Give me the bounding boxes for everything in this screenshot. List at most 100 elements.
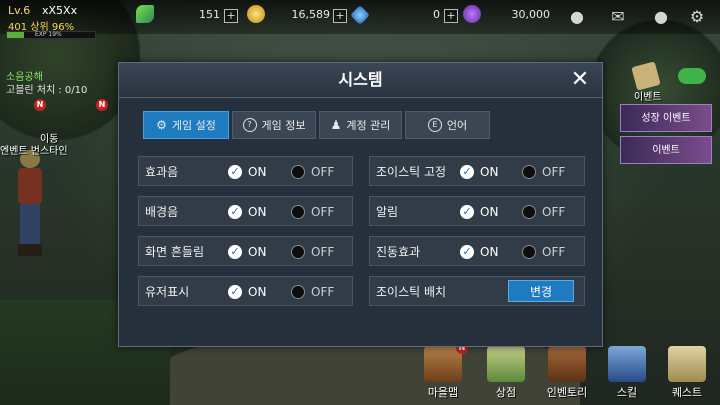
on-label: ON xyxy=(480,165,499,179)
off-label: OFF xyxy=(311,245,335,259)
joystick-fixed-off-radio[interactable]: OFF xyxy=(522,163,565,181)
setting-label: 유저표시 xyxy=(145,285,190,299)
player-name: xX5Xx xyxy=(42,4,78,17)
setting-row-bgm: 배경음 ✓ ON OFF xyxy=(138,196,353,226)
sound-effect-off-radio[interactable]: OFF xyxy=(291,163,334,181)
add-gem-button[interactable]: + xyxy=(444,9,458,23)
off-label: OFF xyxy=(311,165,335,179)
user-display-off-radio[interactable]: OFF xyxy=(291,283,334,301)
add-gold-button[interactable]: + xyxy=(333,9,347,23)
currency-feather-value: 151 xyxy=(199,8,220,21)
currency-crystal-value: 30,000 xyxy=(511,8,551,21)
quest-label[interactable]: 퀘스트 xyxy=(657,384,717,400)
on-label: ON xyxy=(480,205,499,219)
quest-scroll-icon[interactable] xyxy=(668,346,706,382)
screen-shake-on-radio[interactable]: ✓ ON xyxy=(228,243,266,261)
bgm-on-radio[interactable]: ✓ ON xyxy=(228,203,266,221)
off-label: OFF xyxy=(311,205,335,219)
gamepad-icon[interactable] xyxy=(678,68,706,84)
question-icon: ? xyxy=(242,118,257,132)
tab-language[interactable]: E 언어 xyxy=(405,111,490,139)
gear-icon: ⚙ xyxy=(156,118,167,132)
check-icon: ✓ xyxy=(228,205,242,219)
sound-effect-on-radio[interactable]: ✓ ON xyxy=(228,163,266,181)
dialog-title: 시스템 xyxy=(338,70,383,89)
setting-label: 효과음 xyxy=(145,165,179,179)
top-status-bar: Lv.6 xX5Xx 401 상위 96% EXP 19% 151 + 16,5… xyxy=(0,0,720,39)
bgm-off-radio[interactable]: OFF xyxy=(291,203,334,221)
off-label: OFF xyxy=(542,205,566,219)
dialog-header: 시스템 ✕ xyxy=(119,63,602,98)
town-map-label[interactable]: 마을맵 xyxy=(413,384,473,400)
on-label: ON xyxy=(248,165,267,179)
event-banner-2[interactable]: 이벤트 xyxy=(620,136,712,164)
vibration-on-radio[interactable]: ✓ ON xyxy=(460,243,498,261)
on-label: ON xyxy=(480,245,499,259)
left-side-text-2[interactable]: 엔벤트 번스타인 xyxy=(0,142,68,157)
profile-icon[interactable]: ● xyxy=(566,6,588,28)
setting-label: 진동효과 xyxy=(376,245,421,259)
setting-row-sound-effect: 효과음 ✓ ON OFF xyxy=(138,156,353,186)
settings-gear-icon[interactable]: ⚙ xyxy=(686,6,708,28)
currency-gold-value: 16,589 xyxy=(291,8,331,21)
setting-row-joystick-fixed: 조이스틱 고정 ✓ ON OFF xyxy=(369,156,585,186)
setting-label: 알림 xyxy=(376,205,399,219)
setting-row-joystick-position: 조이스틱 배치 변경 xyxy=(369,276,585,306)
tab-account-label: 계정 관리 xyxy=(346,119,391,132)
tab-game-info[interactable]: ? 게임 정보 xyxy=(232,111,316,139)
player-level: Lv.6 xyxy=(8,4,31,17)
feather-icon xyxy=(136,5,154,23)
on-label: ON xyxy=(248,205,267,219)
tab-language-label: 언어 xyxy=(446,119,468,132)
exp-bar-fill xyxy=(7,32,24,38)
left-new-badge: N xyxy=(34,99,46,111)
off-label: OFF xyxy=(311,285,335,299)
crystal-icon xyxy=(463,5,481,23)
setting-row-notification: 알림 ✓ ON OFF xyxy=(369,196,585,226)
tab-game-settings[interactable]: ⚙ 게임 설정 xyxy=(143,111,229,139)
check-icon: ✓ xyxy=(460,165,474,179)
check-icon: ✓ xyxy=(228,285,242,299)
inventory-icon[interactable] xyxy=(548,346,586,382)
add-feather-button[interactable]: + xyxy=(224,9,238,23)
system-dialog: 시스템 ✕ ⚙ 게임 설정 ? 게임 정보 ♟ 계정 관리 E 언어 효과음 ✓… xyxy=(118,62,603,347)
notification-on-radio[interactable]: ✓ ON xyxy=(460,203,498,221)
gold-coin-icon xyxy=(247,5,265,23)
shop-label[interactable]: 상점 xyxy=(476,384,536,400)
mail-icon[interactable]: ✉ xyxy=(607,6,629,28)
setting-label: 화면 흔들림 xyxy=(145,245,205,259)
screen-shake-off-radio[interactable]: OFF xyxy=(291,243,334,261)
skill-label[interactable]: 스킬 xyxy=(597,384,657,400)
gem-icon xyxy=(350,5,370,25)
joystick-fixed-on-radio[interactable]: ✓ ON xyxy=(460,163,498,181)
chat-icon[interactable]: ● xyxy=(650,6,672,28)
notification-off-radio[interactable]: OFF xyxy=(522,203,565,221)
off-label: OFF xyxy=(542,245,566,259)
joystick-change-button[interactable]: 변경 xyxy=(508,280,574,302)
quest-progress[interactable]: 고블린 처치 : 0/10 xyxy=(6,81,87,96)
close-icon[interactable]: ✕ xyxy=(568,68,592,92)
setting-label: 조이스틱 고정 xyxy=(376,165,447,179)
left-new-badge-2: N xyxy=(96,99,108,111)
skill-icon[interactable] xyxy=(608,346,646,382)
setting-row-screen-shake: 화면 흔들림 ✓ ON OFF xyxy=(138,236,353,266)
tab-game-info-label: 게임 정보 xyxy=(261,119,306,132)
setting-label: 배경음 xyxy=(145,205,179,219)
event-label[interactable]: 이벤트 xyxy=(634,88,662,103)
check-icon: ✓ xyxy=(460,245,474,259)
radio-empty-icon xyxy=(522,165,536,179)
radio-empty-icon xyxy=(291,205,305,219)
setting-label: 조이스틱 배치 xyxy=(376,285,447,299)
vibration-off-radio[interactable]: OFF xyxy=(522,243,565,261)
shop-icon[interactable] xyxy=(487,346,525,382)
user-display-on-radio[interactable]: ✓ ON xyxy=(228,283,266,301)
tab-account[interactable]: ♟ 계정 관리 xyxy=(319,111,402,139)
check-icon: ✓ xyxy=(460,205,474,219)
inventory-label[interactable]: 인벤토리 xyxy=(537,384,597,400)
user-icon: ♟ xyxy=(330,118,342,132)
on-label: ON xyxy=(248,245,267,259)
event-banner-1[interactable]: 성장 이벤트 xyxy=(620,104,712,132)
radio-empty-icon xyxy=(291,245,305,259)
currency-gem-value: 0 xyxy=(433,8,440,21)
exp-label: EXP 19% xyxy=(35,31,62,38)
